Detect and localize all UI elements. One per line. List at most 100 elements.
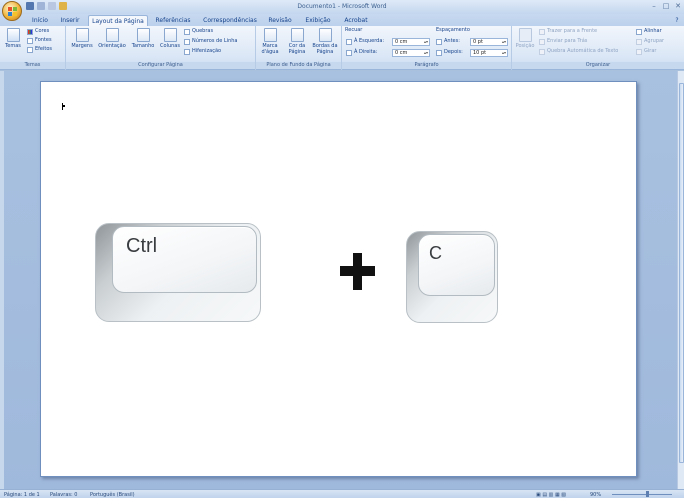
size-icon <box>136 28 150 42</box>
watermark-icon <box>263 28 277 42</box>
zoom-slider-knob[interactable] <box>646 491 649 497</box>
group-label-configurar-pagina: Configurar Página <box>66 62 255 69</box>
efeitos-button[interactable]: Efeitos <box>27 46 52 53</box>
c-key-image: C <box>406 231 498 323</box>
spacing-after-icon <box>436 49 442 56</box>
enviar-para-tras-button[interactable]: Enviar para Trás <box>539 38 587 45</box>
group-icon <box>636 38 642 45</box>
ctrl-key-top: Ctrl <box>112 226 257 293</box>
espacamento-label: Espaçamento <box>436 27 470 33</box>
help-icon[interactable]: ? <box>672 15 682 26</box>
tab-acrobat[interactable]: Acrobat <box>340 15 372 26</box>
indent-right-icon <box>346 49 352 56</box>
spin-icon[interactable]: ▴▾ <box>424 39 428 45</box>
spin-icon[interactable]: ▴▾ <box>424 50 428 56</box>
margins-icon <box>75 28 89 42</box>
spacing-before-input[interactable]: 0 pt ▴▾ <box>470 38 508 46</box>
spacing-after-input[interactable]: 10 pt ▴▾ <box>470 49 508 57</box>
cor-da-pagina-button[interactable]: Cor da Página <box>284 28 310 55</box>
status-words[interactable]: Palavras: 0 <box>50 492 77 498</box>
fontes-button[interactable]: Fontes <box>27 37 52 44</box>
group-plano-de-fundo: Marca d'água Cor da Página Bordas da Pág… <box>256 26 342 70</box>
themes-icon <box>6 28 20 42</box>
fonts-icon <box>27 37 33 44</box>
vertical-ruler <box>0 71 4 489</box>
group-label-plano-de-fundo: Plano de Fundo da Página <box>256 62 341 69</box>
title-bar: Documento1 - Microsoft Word – □ ✕ <box>0 0 684 14</box>
tab-layout-da-pagina[interactable]: Layout da Página <box>88 15 148 26</box>
indent-left-icon <box>346 38 352 45</box>
ribbon-tabs: Início Inserir Layout da Página Referênc… <box>0 14 684 26</box>
status-bar: Página: 1 de 1 Palavras: 0 Português (Br… <box>0 489 684 498</box>
alinhar-button[interactable]: Alinhar <box>636 28 662 35</box>
line-numbers-icon <box>184 38 190 45</box>
margens-button[interactable]: Margens <box>69 28 95 49</box>
marca-dagua-button[interactable]: Marca d'água <box>257 28 283 55</box>
tamanho-button[interactable]: Tamanho <box>129 28 157 49</box>
breaks-icon <box>184 28 190 35</box>
effects-icon <box>27 46 33 53</box>
maximize-icon[interactable]: □ <box>660 0 672 11</box>
view-mode-icons[interactable]: ▣ ▤ ▥ ▦ ▧ <box>536 492 566 498</box>
hifenizacao-button[interactable]: Hifenização <box>184 48 221 55</box>
bordas-da-pagina-button[interactable]: Bordas da Página <box>311 28 339 55</box>
tab-revisao[interactable]: Revisão <box>264 15 296 26</box>
indent-right-input[interactable]: 0 cm ▴▾ <box>392 49 430 57</box>
agrupar-button[interactable]: Agrupar <box>636 38 664 45</box>
document-workspace: Ctrl C <box>0 71 684 489</box>
orientacao-button[interactable]: Orientação <box>97 28 127 49</box>
spacing-after-label: Depois: <box>436 49 463 56</box>
numeros-de-linha-button[interactable]: Números de Linha <box>184 38 237 45</box>
quebras-button[interactable]: Quebras <box>184 28 213 35</box>
ctrl-key-label: Ctrl <box>126 235 158 257</box>
tab-inserir[interactable]: Inserir <box>56 15 84 26</box>
status-language[interactable]: Português (Brasil) <box>90 492 135 498</box>
trazer-para-frente-button[interactable]: Trazer para a Frente <box>539 28 597 35</box>
cores-button[interactable]: Cores <box>27 28 49 35</box>
indent-right-label: À Direita: <box>346 49 377 56</box>
group-temas: Temas Cores Fontes Efeitos Temas <box>0 26 66 70</box>
group-label-temas: Temas <box>0 62 65 69</box>
spin-icon[interactable]: ▴▾ <box>502 39 506 45</box>
hyphenation-icon <box>184 48 190 55</box>
document-page[interactable]: Ctrl C <box>40 81 637 477</box>
group-configurar-pagina: Margens Orientação Tamanho Colunas Quebr… <box>66 26 256 70</box>
spacing-before-icon <box>436 38 442 45</box>
indent-left-input[interactable]: 0 cm ▴▾ <box>392 38 430 46</box>
colunas-button[interactable]: Colunas <box>158 28 182 49</box>
c-key-top: C <box>418 234 495 296</box>
bring-forward-icon <box>539 28 545 35</box>
position-icon <box>518 28 532 42</box>
zoom-level[interactable]: 90% <box>590 492 601 498</box>
tab-referencias[interactable]: Referências <box>150 15 196 26</box>
office-logo-icon <box>7 6 17 16</box>
tab-correspondencias[interactable]: Correspondências <box>200 15 260 26</box>
c-key-label: C <box>429 243 442 263</box>
office-button[interactable] <box>2 1 22 21</box>
girar-button[interactable]: Girar <box>636 48 656 55</box>
text-cursor <box>62 103 65 110</box>
page-color-icon <box>290 28 304 42</box>
text-wrap-icon <box>539 48 545 55</box>
rotate-icon <box>636 48 642 55</box>
spin-icon[interactable]: ▴▾ <box>502 50 506 56</box>
scrollbar-thumb[interactable] <box>679 83 684 463</box>
tab-exibicao[interactable]: Exibição <box>300 15 336 26</box>
window-title: Documento1 - Microsoft Word <box>297 3 387 10</box>
align-icon <box>636 28 642 35</box>
columns-icon <box>163 28 177 42</box>
ribbon: Temas Cores Fontes Efeitos Temas Margens… <box>0 26 684 70</box>
vertical-scrollbar[interactable] <box>677 71 684 489</box>
temas-button[interactable]: Temas <box>3 28 23 49</box>
ctrl-key-image: Ctrl <box>95 223 261 322</box>
group-organizar: Posição Trazer para a Frente Enviar para… <box>512 26 684 70</box>
zoom-slider[interactable] <box>612 494 672 495</box>
close-icon[interactable]: ✕ <box>672 0 684 11</box>
group-label-paragrafo: Parágrafo <box>342 62 511 69</box>
tab-inicio[interactable]: Início <box>28 15 52 26</box>
posicao-button[interactable]: Posição <box>513 28 537 49</box>
quebra-automatica-button[interactable]: Quebra Automática de Texto <box>539 48 618 55</box>
status-page[interactable]: Página: 1 de 1 <box>4 492 40 498</box>
send-backward-icon <box>539 38 545 45</box>
minimize-icon[interactable]: – <box>648 0 660 11</box>
